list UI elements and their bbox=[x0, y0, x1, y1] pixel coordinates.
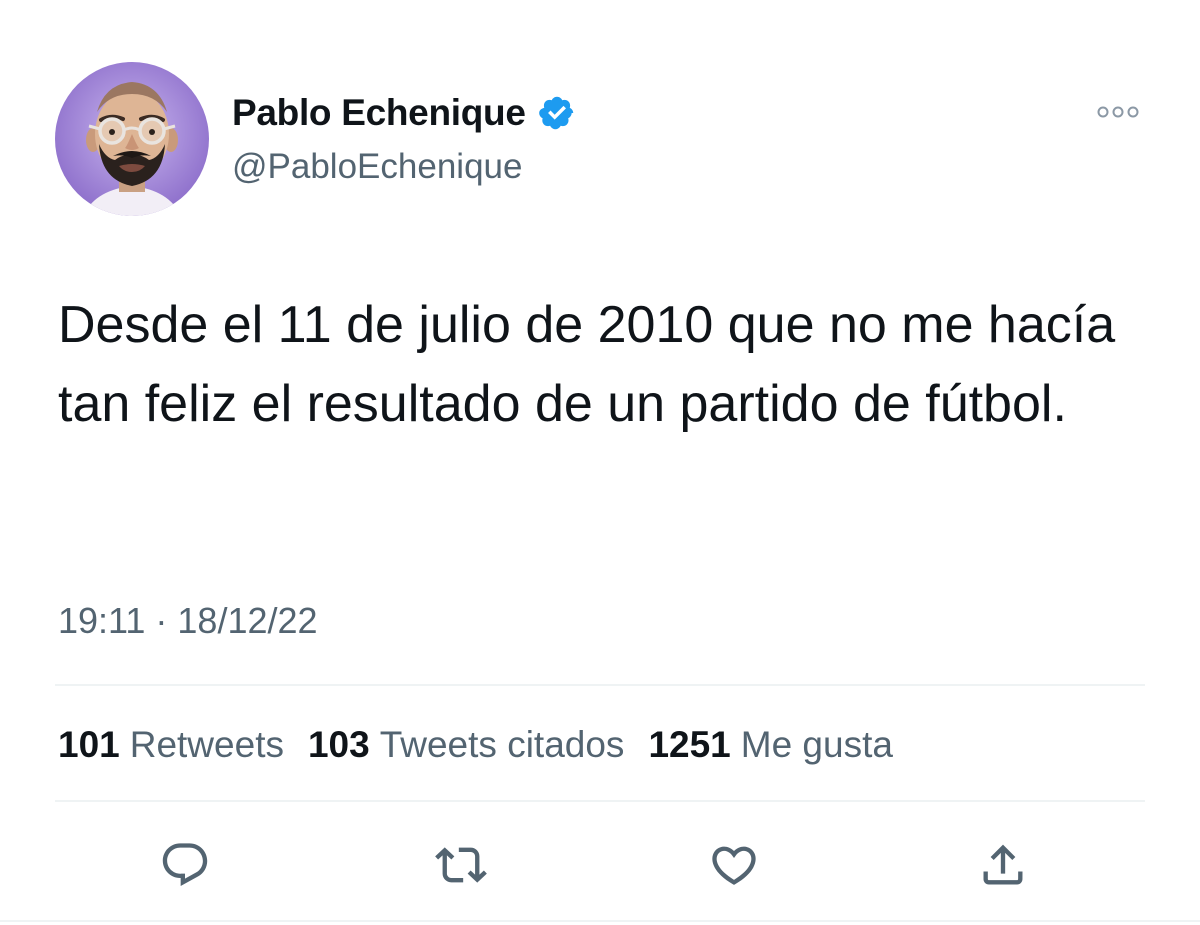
share-button[interactable] bbox=[975, 837, 1031, 893]
like-icon bbox=[712, 846, 756, 885]
quote-tweets-stat[interactable]: 103 Tweets citados bbox=[308, 718, 624, 772]
avatar[interactable] bbox=[55, 62, 209, 216]
author-handle[interactable]: @PabloEchenique bbox=[232, 142, 522, 192]
share-icon bbox=[983, 844, 1023, 885]
display-name[interactable]: Pablo Echenique bbox=[232, 92, 526, 134]
divider bbox=[55, 684, 1145, 686]
stat-count: 1251 bbox=[648, 724, 731, 765]
stat-label: Me gusta bbox=[740, 724, 893, 765]
retweets-stat[interactable]: 101 Retweets bbox=[58, 718, 284, 772]
stat-label: Tweets citados bbox=[379, 724, 625, 765]
engagement-stats: 101 Retweets 103 Tweets citados 1251 Me gus… bbox=[58, 718, 917, 772]
verified-badge-icon bbox=[538, 96, 573, 130]
stat-count: 103 bbox=[307, 724, 370, 765]
retweet-button[interactable] bbox=[433, 837, 489, 893]
tweet-text: Desde el 11 de julio de 2010 que no me h… bbox=[58, 296, 1116, 433]
divider bbox=[55, 800, 1145, 802]
reply-button[interactable] bbox=[157, 837, 213, 893]
profile-portrait-illustration bbox=[55, 62, 209, 216]
reply-icon bbox=[162, 843, 208, 887]
like-button[interactable] bbox=[706, 837, 762, 893]
likes-stat[interactable]: 1251 Me gusta bbox=[648, 718, 893, 772]
stat-count: 101 bbox=[58, 724, 120, 765]
more-options-button[interactable] bbox=[1094, 98, 1142, 126]
more-dots-icon bbox=[1097, 106, 1139, 118]
retweet-icon bbox=[435, 847, 487, 883]
divider bbox=[0, 920, 1200, 922]
stat-label: Retweets bbox=[129, 724, 284, 765]
tweet-timestamp[interactable]: 19:11 · 18/12/22 bbox=[58, 596, 318, 646]
author-name-row: Pablo Echenique bbox=[232, 88, 576, 138]
